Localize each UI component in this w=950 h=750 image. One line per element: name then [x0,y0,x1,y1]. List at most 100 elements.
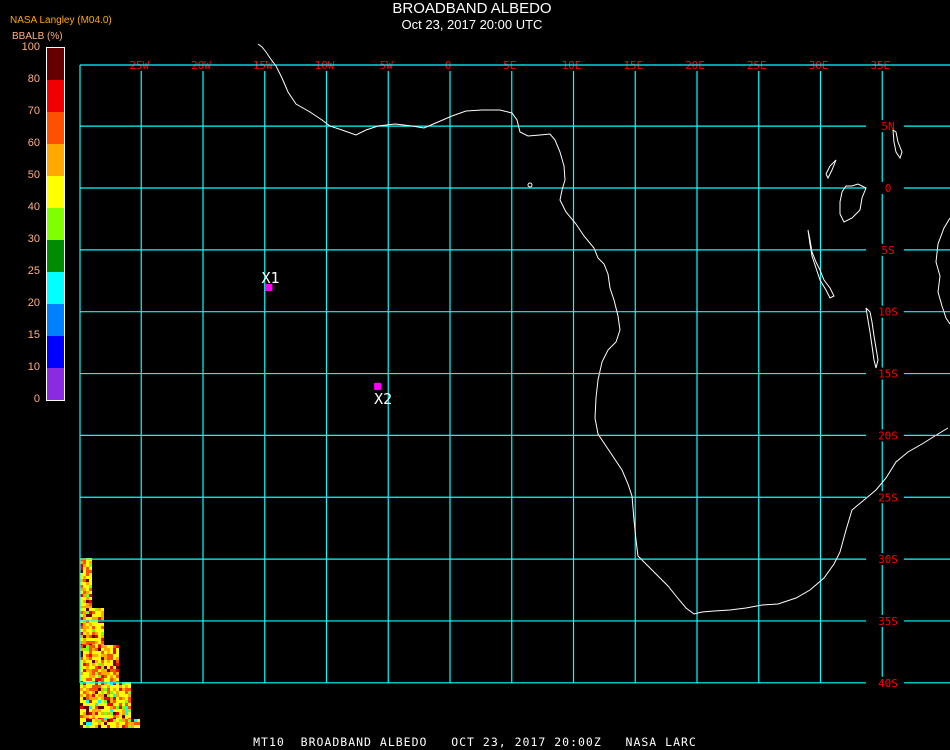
albedo-pixel [83,706,86,709]
albedo-pixel [116,669,119,672]
albedo-pixel [113,675,116,678]
albedo-pixel [89,614,92,617]
albedo-pixel [113,645,116,648]
albedo-pixel [98,660,101,663]
albedo-pixel [107,703,110,706]
albedo-pixel [92,691,95,694]
albedo-pixel [89,623,92,626]
albedo-pixel [113,700,116,703]
albedo-pixel [113,663,116,666]
albedo-pixel [86,641,89,644]
albedo-pixel [107,715,110,718]
albedo-pixel [122,725,125,728]
albedo-pixel [95,694,98,697]
albedo-pixel [116,722,119,725]
albedo-pixel [134,719,137,722]
albedo-pixel [104,715,107,718]
albedo-pixel [110,725,113,728]
albedo-pixel [104,706,107,709]
albedo-pixel [80,712,83,715]
albedo-pixel [113,709,116,712]
albedo-pixel [95,623,98,626]
marker-x2-point[interactable] [374,382,382,390]
albedo-pixel [107,675,110,678]
albedo-pixel [86,651,89,654]
albedo-pixel [119,700,122,703]
albedo-pixel [89,651,92,654]
latitude-label: 35S [878,615,898,628]
albedo-pixel [83,617,86,620]
albedo-pixel [125,685,128,688]
albedo-pixel [95,663,98,666]
albedo-pixel [92,685,95,688]
albedo-pixel [83,603,86,606]
albedo-pixel [101,669,104,672]
albedo-pixel [92,675,95,678]
albedo-pixel [83,582,86,585]
albedo-pixel [119,712,122,715]
albedo-pixel [110,675,113,678]
albedo-pixel [98,675,101,678]
albedo-pixel [110,703,113,706]
albedo-pixel [92,709,95,712]
bioko-island [527,182,533,188]
albedo-pixel [137,725,140,728]
albedo-pixel [113,685,116,688]
albedo-pixel [86,725,89,728]
albedo-pixel [125,712,128,715]
albedo-pixel [95,672,98,675]
albedo-pixel [83,672,86,675]
albedo-pixel [101,635,104,638]
marker-label: X1 [261,269,279,287]
albedo-pixel [95,675,98,678]
albedo-pixel [107,678,110,681]
marker-label: X2 [374,390,392,408]
albedo-pixel [86,608,89,611]
albedo-pixel [119,694,122,697]
albedo-pixel [89,672,92,675]
albedo-pixel [86,678,89,681]
albedo-pixel [107,651,110,654]
albedo-pixel [89,576,92,579]
albedo-pixel [98,669,101,672]
albedo-pixel [128,703,131,706]
albedo-pixel [98,629,101,632]
albedo-pixel [86,648,89,651]
albedo-pixel [92,715,95,718]
albedo-pixel [86,579,89,582]
albedo-pixel [83,597,86,600]
albedo-pixel [86,588,89,591]
albedo-pixel [128,719,131,722]
albedo-pixel [86,567,89,570]
albedo-pixel [92,654,95,657]
albedo-pixel [80,694,83,697]
albedo-pixel [80,688,83,691]
albedo-pixel [101,678,104,681]
albedo-pixel [83,703,86,706]
albedo-pixel [107,694,110,697]
albedo-pixel [86,594,89,597]
albedo-pixel [98,648,101,651]
albedo-pixel [98,654,101,657]
albedo-pixel [128,697,131,700]
albedo-pixel [116,651,119,654]
albedo-pixel [119,685,122,688]
albedo-pixel [89,691,92,694]
albedo-pixel [89,663,92,666]
albedo-pixel [95,666,98,669]
albedo-pixel [104,648,107,651]
albedo-pixel [89,567,92,570]
albedo-pixel [89,635,92,638]
albedo-pixel [98,678,101,681]
albedo-pixel [101,715,104,718]
albedo-pixel [107,645,110,648]
albedo-pixel [95,638,98,641]
albedo-pixel [83,635,86,638]
albedo-pixel [119,703,122,706]
albedo-pixel [89,564,92,567]
albedo-pixel [98,657,101,660]
albedo-pixel [128,712,131,715]
albedo-pixel [89,719,92,722]
albedo-pixel [101,608,104,611]
africa-west-coastline [257,43,949,615]
